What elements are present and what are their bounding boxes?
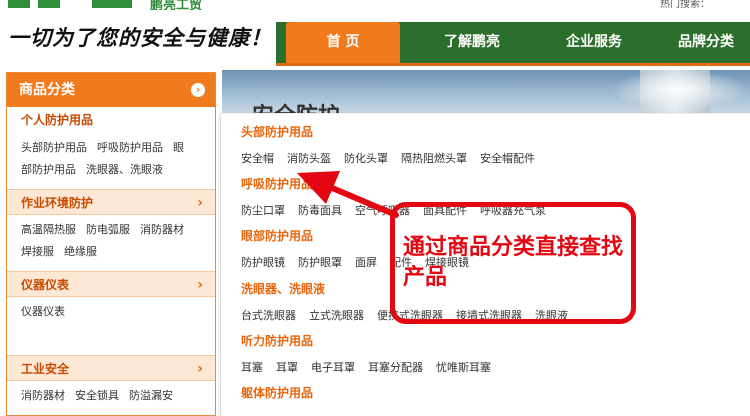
flyout-item[interactable]: 电子耳罩 [311, 361, 355, 374]
flyout-section: 听力防护用品 耳塞 耳罩 电子耳罩 耳塞分配器 忧唯斯耳塞 [241, 332, 504, 378]
hot-search-label: 热门搜索： [660, 0, 710, 10]
flyout-title-respiratory[interactable]: 呼吸防护用品 [241, 175, 559, 193]
slogan: 一切为了您的安全与健康！ [8, 25, 272, 50]
flyout-item[interactable]: 防护眼镜 [241, 256, 285, 269]
nav-about[interactable]: 了解鹏亮 [416, 22, 528, 63]
category-sidebar: 商品分类 › 个人防护用品 头部防护用品 呼吸防护用品眼 部防护用品 洗眼器、洗眼液… [6, 72, 216, 416]
flyout-item[interactable]: 忧唯斯耳塞 [436, 361, 491, 374]
flyout-item[interactable]: 耳塞 [241, 361, 263, 374]
link-eye-partial[interactable]: 眼 [173, 141, 184, 154]
link-fire-equipment-2[interactable]: 消防器材 [21, 389, 65, 402]
category-environment[interactable]: 作业环境防护 › [7, 189, 215, 215]
flyout-item[interactable]: 耳罩 [276, 361, 298, 374]
category-header[interactable]: 商品分类 › [7, 73, 215, 107]
flyout-item[interactable]: 防化头罩 [344, 152, 388, 165]
flyout-item[interactable]: 隔热阻燃头罩 [401, 152, 467, 165]
flyout-section: 躯体防护用品 [241, 384, 313, 402]
chevron-right-icon: › [197, 195, 203, 211]
category-header-label: 商品分类 [19, 82, 75, 98]
nav-brands[interactable]: 品牌分类 [656, 22, 750, 63]
flyout-item[interactable]: 安全帽 [241, 152, 274, 165]
category-links: 仪器仪表 [7, 297, 215, 355]
link-respiratory-protection[interactable]: 呼吸防护用品 [97, 141, 163, 154]
link-heat-suit[interactable]: 高温隔热服 [21, 223, 76, 236]
chevron-right-icon: › [197, 361, 203, 377]
category-instruments[interactable]: 仪器仪表 › [7, 271, 215, 297]
flyout-item[interactable]: 安全帽配件 [480, 152, 535, 165]
link-insulation-suit[interactable]: 绝缘服 [64, 245, 97, 258]
flyout-title-hearing[interactable]: 听力防护用品 [241, 332, 504, 350]
flyout-title-body[interactable]: 躯体防护用品 [241, 384, 313, 402]
category-industrial-safety-label: 工业安全 [21, 362, 70, 376]
category-personal-protection[interactable]: 个人防护用品 [7, 107, 215, 133]
link-eye-partial-2[interactable]: 部防护用品 [21, 163, 76, 176]
flyout-item[interactable]: 消防头盔 [287, 152, 331, 165]
link-fire-equipment[interactable]: 消防器材 [140, 223, 184, 236]
nav-home[interactable]: 首 页 [286, 22, 400, 63]
chevron-right-icon: › [197, 277, 203, 293]
flyout-item[interactable]: 防毒面具 [298, 204, 342, 217]
flyout-item[interactable]: 防护眼罩 [298, 256, 342, 269]
main-nav: 首 页 了解鹏亮 企业服务 品牌分类 [276, 22, 750, 66]
flyout-item[interactable]: 台式洗眼器 [241, 309, 296, 322]
logo[interactable]: 鹏亮工贸 [0, 0, 300, 10]
flyout-title-head[interactable]: 头部防护用品 [241, 123, 548, 141]
link-arc-suit[interactable]: 防电弧服 [86, 223, 130, 236]
annotation-text: 通过商品分类直接查找产品 [403, 235, 624, 290]
category-links: 头部防护用品 呼吸防护用品眼 部防护用品 洗眼器、洗眼液 [7, 133, 215, 189]
nav-services[interactable]: 企业服务 [538, 22, 650, 63]
link-spill[interactable]: 防溢漏安 [129, 389, 173, 402]
brand-name: 鹏亮工贸 [150, 0, 203, 10]
category-links: 消防器材 安全锁具 防溢漏安 [7, 381, 215, 415]
flyout-section: 头部防护用品 安全帽 消防头盔 防化头罩 隔热阻燃头罩 安全帽配件 [241, 123, 548, 169]
flyout-item[interactable]: 面屏 [355, 256, 377, 269]
category-industrial-safety[interactable]: 工业安全 › [7, 355, 215, 381]
link-eyewash[interactable]: 洗眼器、洗眼液 [86, 163, 163, 176]
category-environment-label: 作业环境防护 [21, 196, 94, 210]
annotation-callout: 通过商品分类直接查找产品 [390, 202, 636, 324]
flyout-item[interactable]: 耳塞分配器 [368, 361, 423, 374]
category-links: 高温隔热服 防电弧服 消防器材 焊接服 绝缘服 [7, 215, 215, 271]
category-instruments-label: 仪器仪表 [21, 278, 70, 292]
link-instruments[interactable]: 仪器仪表 [21, 305, 65, 318]
link-head-protection[interactable]: 头部防护用品 [21, 141, 87, 154]
chevron-circle-right-icon: › [191, 83, 205, 97]
link-safety-locks[interactable]: 安全锁具 [75, 389, 119, 402]
flyout-item[interactable]: 防尘口罩 [241, 204, 285, 217]
flyout-item[interactable]: 立式洗眼器 [309, 309, 364, 322]
link-welding-suit[interactable]: 焊接服 [21, 245, 54, 258]
